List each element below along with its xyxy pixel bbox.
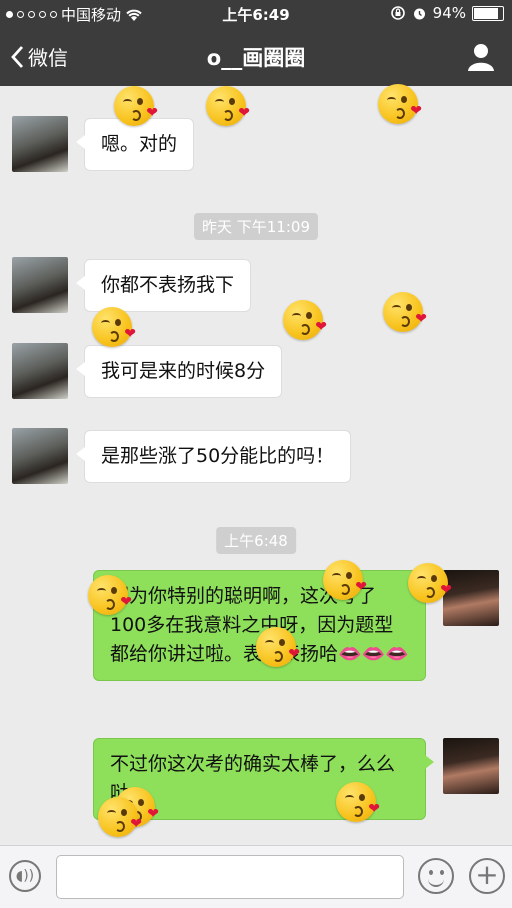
message-received: 你都不表扬我下 [0,257,512,317]
message-received: 嗯。对的 [0,116,512,176]
message-text: 嗯。对的 [101,133,178,155]
voice-input-button[interactable]: ◖)) [9,860,41,892]
message-bubble[interactable]: 我可是来的时候8分 [75,345,283,398]
status-bar: 中国移动 上午6:49 94% [0,0,512,28]
face-blowing-kiss-icon: ❤ [408,563,452,603]
my-avatar[interactable] [443,570,499,626]
chat-header: 微信 o__画圈圈 [0,28,512,86]
rotation-lock-icon [390,6,405,20]
face-blowing-kiss-icon: ❤ [114,86,158,126]
face-blowing-kiss-icon: ❤ [283,300,327,340]
contact-avatar[interactable] [12,343,68,399]
face-blowing-kiss-icon: ❤ [336,782,380,822]
my-avatar[interactable] [443,738,499,794]
message-bubble[interactable]: 你都不表扬我下 [75,259,252,312]
plus-icon: + [475,858,499,891]
face-blowing-kiss-icon: ❤ [92,307,136,347]
message-text: 你都不表扬我下 [101,274,235,296]
contact-avatar[interactable] [12,257,68,313]
timestamp: 昨天 下午11:09 [194,213,318,240]
smiley-icon-mouth [428,877,444,887]
emoji-button[interactable] [418,858,454,894]
smiley-icon-eye [440,870,444,875]
message-text: 是那些涨了50分能比的吗！ [101,445,335,467]
message-received: 我可是来的时候8分 [0,343,512,403]
voice-icon: ◖)) [15,868,35,884]
contact-profile-icon[interactable] [466,42,496,72]
message-sent: 不过你这次考的确实太棒了，么么哒 [0,738,512,828]
message-bubble[interactable]: 是那些涨了50分能比的吗！ [75,430,352,483]
contact-avatar[interactable] [12,116,68,172]
more-actions-button[interactable]: + [469,858,505,894]
face-blowing-kiss-icon: ❤ [206,86,250,126]
chat-title: o__画圈圈 [206,46,306,70]
battery-percent: 94% [432,4,466,22]
battery-icon [472,5,504,21]
message-text: 我可是来的时候8分 [101,360,266,382]
face-blowing-kiss-icon: ❤ [323,560,367,600]
face-blowing-kiss-icon: ❤ [378,84,422,124]
input-toolbar: ◖)) + [0,845,512,908]
status-right: 94% [390,4,504,22]
face-blowing-kiss-icon: ❤ [98,797,142,837]
message-received: 是那些涨了50分能比的吗！ [0,428,512,488]
message-input[interactable] [56,855,404,899]
battery-level [474,7,499,19]
face-blowing-kiss-icon: ❤ [88,575,132,615]
face-blowing-kiss-icon: ❤ [256,627,300,667]
message-bubble[interactable]: 嗯。对的 [75,118,195,171]
timestamp: 上午6:48 [216,527,296,554]
message-bubble[interactable]: 因为你特别的聪明啊，这次考了100多在我意料之中呀，因为题型都给你讲过啦。表扬表… [93,570,434,681]
smiley-icon-eye [429,870,433,875]
alarm-clock-icon [413,8,425,19]
face-blowing-kiss-icon: ❤ [383,292,427,332]
contact-avatar[interactable] [12,428,68,484]
